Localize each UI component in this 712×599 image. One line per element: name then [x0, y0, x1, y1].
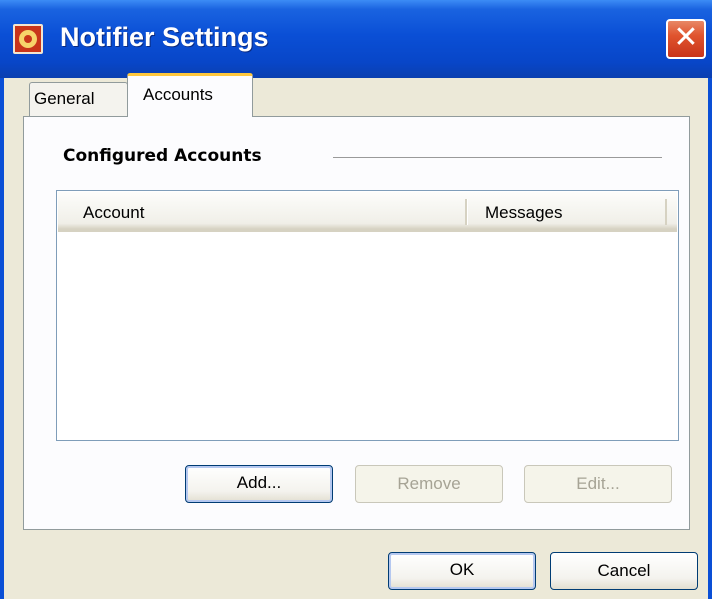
- tab-accounts-label: Accounts: [143, 85, 213, 104]
- accounts-list-header: Account Messages: [58, 192, 677, 232]
- edit-account-button[interactable]: Edit...: [524, 465, 672, 503]
- accounts-list[interactable]: Account Messages: [56, 190, 679, 441]
- configured-accounts-heading: Configured Accounts: [63, 146, 262, 166]
- add-account-button[interactable]: Add...: [185, 465, 333, 503]
- notifier-app-icon: [13, 24, 43, 54]
- section-divider: [333, 157, 662, 158]
- ok-button[interactable]: OK: [388, 552, 536, 590]
- remove-account-button[interactable]: Remove: [355, 465, 503, 503]
- cancel-button[interactable]: Cancel: [550, 552, 698, 590]
- column-header-messages[interactable]: Messages: [485, 203, 562, 223]
- close-button[interactable]: ✕: [666, 19, 706, 59]
- column-resize-handle-2[interactable]: [665, 199, 667, 225]
- tab-general[interactable]: General: [29, 82, 128, 116]
- column-header-account[interactable]: Account: [83, 203, 144, 223]
- tab-accounts[interactable]: Accounts: [127, 73, 253, 117]
- column-resize-handle[interactable]: [465, 199, 468, 225]
- tab-general-label: General: [34, 89, 95, 108]
- window-title: Notifier Settings: [60, 22, 269, 52]
- title-bar[interactable]: Notifier Settings ✕: [0, 0, 712, 78]
- window-border-left: [0, 78, 4, 599]
- window-border-right: [708, 78, 712, 599]
